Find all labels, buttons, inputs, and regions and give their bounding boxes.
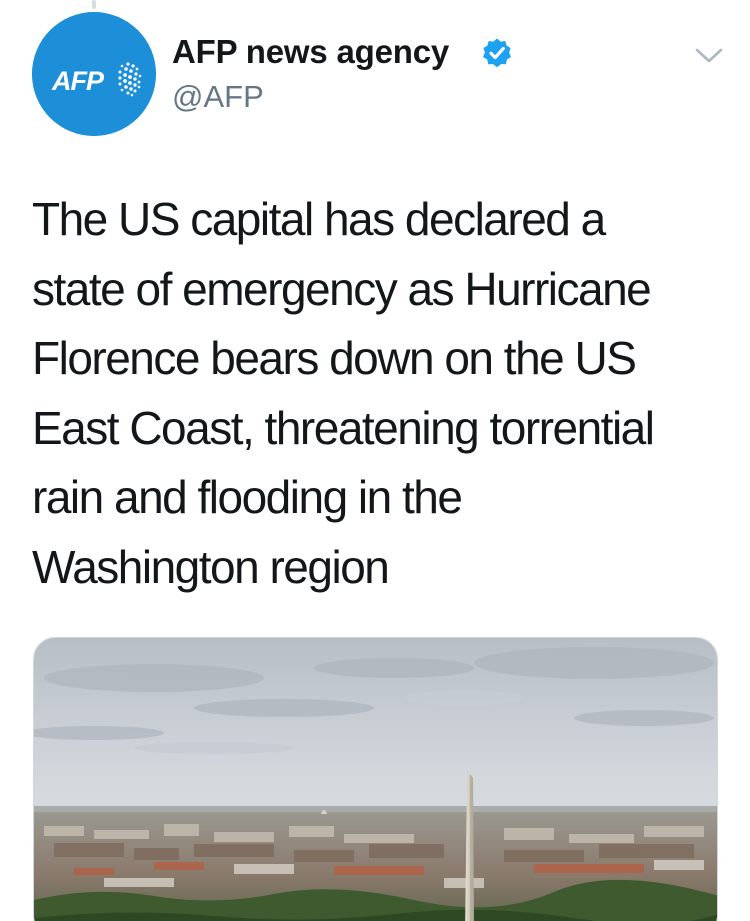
tweet-text-line: state of emergency as Hurricane [32, 262, 652, 315]
verified-badge-icon [483, 38, 511, 68]
tweet-text-line: rain and flooding in the [32, 471, 463, 523]
avatar-text: AFP [51, 66, 105, 96]
author-handle[interactable]: @AFP [172, 79, 264, 115]
chevron-down-icon[interactable] [694, 46, 724, 66]
afp-logo-icon: AFP [32, 12, 156, 136]
avatar[interactable]: AFP [32, 12, 156, 136]
tweet-text-line: Washington region [32, 540, 390, 593]
tweet-media-photo[interactable] [33, 637, 718, 921]
thread-connector-line [92, 0, 96, 9]
tweet-text-line: The US capital has declared a [32, 193, 606, 245]
tweet-text: The US capital has declared a state of e… [32, 185, 722, 602]
tweet-text-line: Florence bears down on the US [32, 332, 637, 384]
tweet-detail-view: AFP AFP news agency @AFP The US capital … [0, 0, 750, 921]
author-display-name[interactable]: AFP news agency [172, 33, 449, 71]
washington-skyline-image [34, 638, 717, 921]
tweet-text-line: East Coast, threatening torrential [32, 401, 655, 454]
